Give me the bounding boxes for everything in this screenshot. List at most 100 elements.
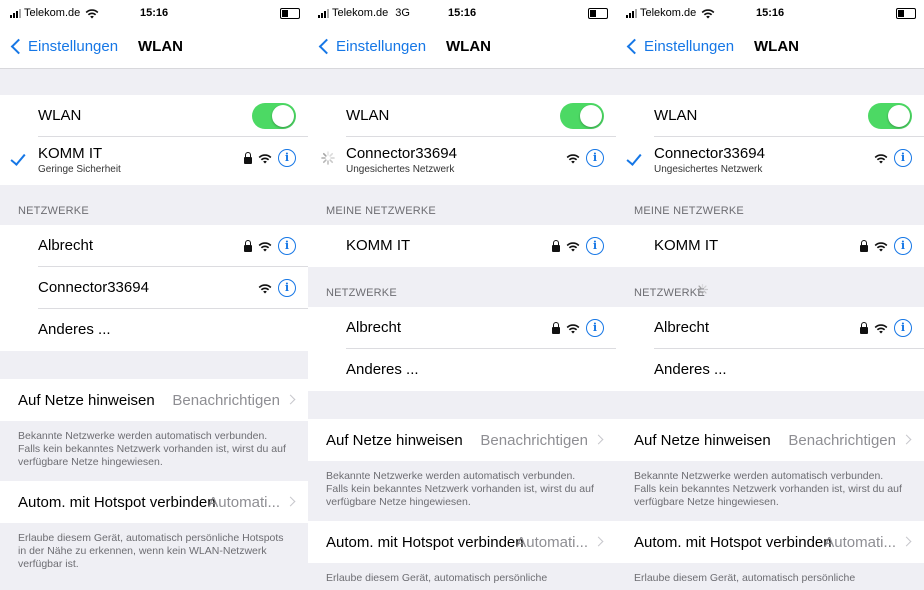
clock: 15:16: [448, 7, 477, 19]
current-network-name: KOMM IT: [38, 145, 103, 162]
section-header: MEINE NETZWERKE: [308, 185, 616, 225]
network-icons: i: [244, 149, 296, 167]
back-button[interactable]: Einstellungen: [318, 38, 426, 55]
lock-icon: [552, 239, 560, 252]
setting-value: Benachrichtigen: [480, 432, 588, 449]
wifi-icon: [874, 153, 888, 164]
current-network-row[interactable]: Connector33694 Ungesichertes Netzwerk i: [308, 137, 616, 185]
section-title: MEINE NETZWERKE: [326, 205, 436, 217]
wlan-toggle[interactable]: [252, 103, 296, 129]
current-network-row[interactable]: Connector33694 Ungesichertes Netzwerk i: [616, 137, 924, 185]
setting-label: Autom. mit Hotspot verbinden: [18, 494, 216, 511]
chevron-right-icon: [593, 434, 604, 445]
wlan-toggle[interactable]: [560, 103, 604, 129]
wifi-status-icon: [701, 8, 715, 19]
wifi-icon: [566, 241, 580, 252]
wlan-toggle-row: WLAN: [616, 95, 924, 137]
lock-icon: [244, 239, 252, 252]
network-name: Connector33694: [38, 279, 149, 296]
setting-value: Automati...: [824, 534, 896, 551]
battery-icon: [896, 8, 916, 19]
carrier-name: Telekom.de: [24, 7, 81, 19]
wifi-icon: [874, 323, 888, 334]
section-title: NETZWERKE: [18, 205, 89, 217]
current-network-security: Geringe Sicherheit: [38, 164, 121, 175]
lock-icon: [860, 239, 868, 252]
network-name: KOMM IT: [346, 237, 411, 254]
info-icon[interactable]: i: [278, 149, 296, 167]
wlan-screen: Telekom.de 15:16 Einstellungen WLAN WLAN Conn…: [616, 0, 924, 590]
network-name: Anderes ...: [346, 361, 419, 378]
clock: 15:16: [140, 7, 169, 19]
setting-row[interactable]: Auf Netze hinweisen Benachrichtigen: [616, 419, 924, 461]
setting-footer: Bekannte Netzwerke werden automatisch ve…: [0, 421, 308, 481]
network-row[interactable]: Connector33694 i: [0, 267, 308, 309]
battery-icon: [280, 8, 300, 19]
checkmark-icon: [626, 150, 642, 166]
setting-footer: Erlaube diesem Gerät, automatisch persön…: [616, 563, 924, 590]
setting-row[interactable]: Auf Netze hinweisen Benachrichtigen: [0, 379, 308, 421]
section-header: MEINE NETZWERKE: [616, 185, 924, 225]
network-list: Albrecht i Anderes ...: [308, 307, 616, 391]
back-button[interactable]: Einstellungen: [10, 38, 118, 55]
setting-row[interactable]: Autom. mit Hotspot verbinden Automati...: [616, 521, 924, 563]
section-title: NETZWERKE: [634, 287, 705, 299]
signal-icon: [626, 8, 637, 18]
navigation-bar: Einstellungen WLAN: [308, 26, 616, 69]
info-icon[interactable]: i: [894, 319, 912, 337]
network-list: KOMM IT i: [308, 225, 616, 267]
info-icon[interactable]: i: [586, 149, 604, 167]
lock-icon: [552, 321, 560, 334]
setting-footer: Bekannte Netzwerke werden automatisch ve…: [616, 461, 924, 521]
chevron-left-icon: [10, 38, 27, 55]
wifi-icon: [566, 323, 580, 334]
network-row[interactable]: Albrecht i: [308, 307, 616, 349]
chevron-right-icon: [901, 434, 912, 445]
carrier: Telekom.de: [10, 7, 99, 19]
info-icon[interactable]: i: [278, 279, 296, 297]
wlan-toggle-row: WLAN: [308, 95, 616, 137]
network-list: KOMM IT i: [616, 225, 924, 267]
network-row[interactable]: KOMM IT i: [616, 225, 924, 267]
wlan-label: WLAN: [38, 107, 82, 124]
page-title: WLAN: [138, 38, 183, 55]
setting-value: Benachrichtigen: [788, 432, 896, 449]
current-network-row[interactable]: KOMM IT Geringe Sicherheit i: [0, 137, 308, 185]
network-row[interactable]: KOMM IT i: [308, 225, 616, 267]
network-name: KOMM IT: [654, 237, 719, 254]
setting-row[interactable]: Autom. mit Hotspot verbinden Automati...: [308, 521, 616, 563]
network-icons: i: [552, 319, 604, 337]
lock-icon: [860, 321, 868, 334]
info-icon[interactable]: i: [278, 237, 296, 255]
network-row[interactable]: Anderes ...: [0, 309, 308, 351]
network-row[interactable]: Anderes ...: [308, 349, 616, 391]
carrier-name: Telekom.de: [332, 7, 389, 19]
info-icon[interactable]: i: [586, 319, 604, 337]
info-icon[interactable]: i: [894, 237, 912, 255]
wlan-screen: Telekom.de 3G 15:16 Einstellungen WLAN WLAN Co…: [308, 0, 616, 590]
wlan-group: WLAN KOMM IT Geringe Sicherheit i: [0, 95, 308, 185]
signal-icon: [10, 8, 21, 18]
chevron-right-icon: [285, 496, 296, 507]
lock-icon: [244, 151, 252, 164]
network-row[interactable]: Albrecht i: [0, 225, 308, 267]
network-row[interactable]: Albrecht i: [616, 307, 924, 349]
carrier-name: Telekom.de: [640, 7, 697, 19]
network-row[interactable]: Anderes ...: [616, 349, 924, 391]
network-icons: i: [860, 319, 912, 337]
back-label: Einstellungen: [336, 38, 427, 55]
info-icon[interactable]: i: [894, 149, 912, 167]
wifi-icon: [874, 241, 888, 252]
info-icon[interactable]: i: [586, 237, 604, 255]
back-label: Einstellungen: [644, 38, 735, 55]
status-bar: Telekom.de 3G 15:16: [308, 0, 616, 26]
setting-row[interactable]: Autom. mit Hotspot verbinden Automati...: [0, 481, 308, 523]
wlan-toggle[interactable]: [868, 103, 912, 129]
back-button[interactable]: Einstellungen: [626, 38, 734, 55]
setting-row[interactable]: Auf Netze hinweisen Benachrichtigen: [308, 419, 616, 461]
network-icons: i: [860, 237, 912, 255]
setting-value: Automati...: [516, 534, 588, 551]
setting-footer: Erlaube diesem Gerät, automatisch persön…: [0, 523, 308, 583]
network-name: Anderes ...: [654, 361, 727, 378]
current-network-name: Connector33694: [654, 145, 765, 162]
